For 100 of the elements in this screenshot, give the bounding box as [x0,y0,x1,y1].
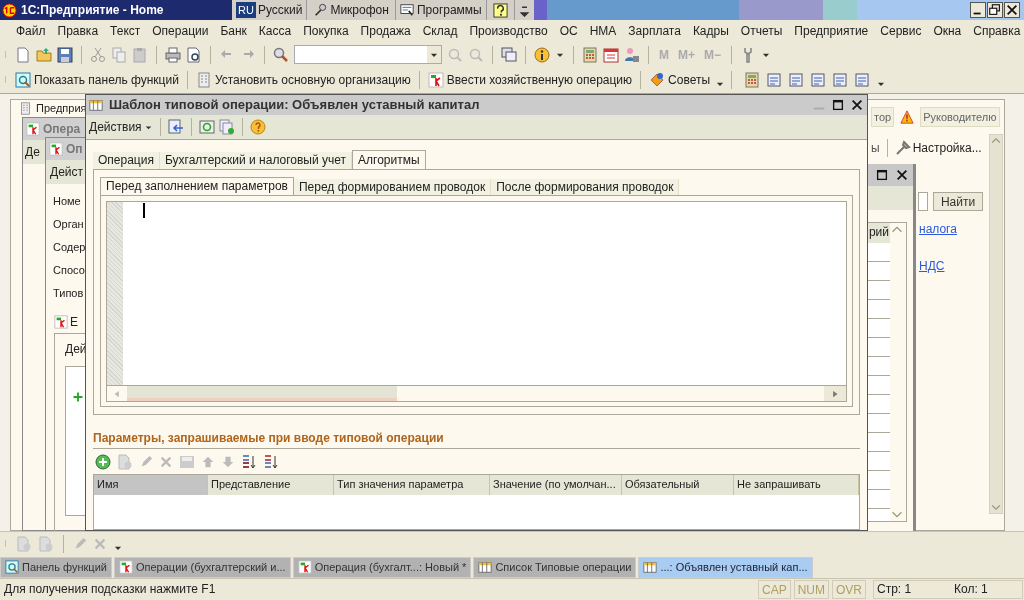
tab[interactable]: Операция [93,152,160,169]
menu-item[interactable]: Операции [152,22,209,40]
menu-item[interactable]: Текст [110,22,141,40]
copy-add-icon[interactable] [218,119,235,135]
save-row-icon[interactable] [179,454,195,470]
scrollbar[interactable] [989,134,1003,514]
help-icon[interactable] [492,2,508,18]
tab[interactable]: После формирования проводок [491,179,680,195]
copy-icon[interactable] [117,454,133,470]
search-report-icon[interactable] [788,72,805,88]
language-button[interactable]: RU Русский [232,0,308,20]
actions-menu[interactable]: Дейст [50,163,83,181]
close-icon[interactable] [850,98,864,112]
link[interactable]: НДС [919,257,945,275]
window-tab[interactable]: Панель функций [0,556,112,578]
window-tab[interactable]: Операции (бухгалтерский и... [113,556,291,578]
add-icon[interactable] [72,391,84,403]
menu-item[interactable]: Окна [933,22,962,40]
find-next-icon[interactable] [447,46,463,63]
menu-item[interactable]: Правка [57,22,99,40]
save-icon[interactable] [57,46,73,63]
tab[interactable]: Перед формированием проводок [293,179,492,195]
calendar-icon[interactable] [603,46,619,63]
column-header[interactable]: Не запрашивать [734,475,859,495]
settings-button[interactable]: Настройка... [894,139,982,157]
back-icon[interactable] [167,119,184,135]
search-icon[interactable] [273,46,289,63]
toolbar-button[interactable]: Советы [647,71,713,89]
column-header[interactable]: Имя [94,475,208,495]
uncomment-icon[interactable] [93,537,107,551]
menu-item[interactable]: Отчеты [740,22,783,40]
menu-item[interactable]: Кадры [692,22,729,40]
horizontal-scrollbar[interactable] [107,385,846,401]
cut-icon[interactable] [90,46,106,63]
edit-icon[interactable] [139,455,153,469]
sort-ascending-icon[interactable] [241,454,257,470]
print-preview-icon[interactable] [186,46,202,63]
microphone-button[interactable]: Микрофон [307,0,396,20]
paste-icon[interactable] [132,46,148,63]
toolbar-button[interactable]: Установить основную организацию [193,71,413,89]
maximize-icon[interactable] [875,168,889,182]
sort-descending-icon[interactable] [263,454,279,470]
windows-icon[interactable] [501,46,517,63]
bookmark-icon[interactable] [16,536,32,552]
toolbar-button[interactable]: Показать панель функций [13,71,181,89]
column-header[interactable]: Обязательный [622,475,734,495]
refresh-icon[interactable] [198,119,215,135]
menu-item[interactable]: Продажа [360,22,411,40]
transfer-report-icon[interactable] [854,72,871,88]
tab[interactable]: Бухгалтерский и налоговый учет [159,152,353,169]
menu-item[interactable]: Зарплата [628,22,681,40]
document-report-icon[interactable] [832,72,849,88]
move-up-icon[interactable] [201,455,215,469]
copy-icon[interactable] [111,46,127,63]
printer-icon[interactable] [165,46,181,63]
menu-item[interactable]: ОС [559,22,578,40]
menu-item[interactable]: Банк [220,22,247,40]
column-header[interactable]: Тип значения параметра [334,475,490,495]
column-header[interactable]: Представление [208,475,334,495]
bookmark-add-icon[interactable] [38,536,54,552]
menu-item[interactable]: Справка [973,22,1021,40]
user-lock-icon[interactable] [624,46,640,63]
find-button[interactable]: Найти [933,192,983,211]
actions-menu-button[interactable]: Действия [89,118,153,136]
open-folder-icon[interactable] [36,46,52,63]
menu-item[interactable]: Касса [258,22,292,40]
column-header[interactable]: Значение (по умолчан... [490,475,622,495]
window-tab[interactable]: Список Типовые операции [473,556,637,578]
tab[interactable]: Перед заполнением параметров [100,177,294,195]
window-tab[interactable]: Операция (бухгалт...: Новый * [292,556,472,578]
menu-item[interactable]: НМА [589,22,617,40]
menu-item[interactable]: Производство [469,22,548,40]
comment-icon[interactable] [73,537,87,551]
delete-icon[interactable] [159,455,173,469]
code-editor[interactable] [106,201,847,402]
sum-report-icon[interactable] [744,72,761,88]
scroll-thumb[interactable] [127,386,397,401]
link[interactable]: налога [919,220,957,238]
search-field[interactable] [918,192,928,211]
restore-icon[interactable] [988,3,1002,17]
menu-item[interactable]: Покупка [303,22,349,40]
panel-tab[interactable]: тор [871,107,895,127]
close-icon[interactable] [895,168,909,182]
search-combo-field[interactable] [294,45,442,64]
actions-menu[interactable]: Де [25,143,40,161]
programs-button[interactable]: Программы [395,0,487,20]
tab-label[interactable]: Е [70,313,78,331]
info-icon[interactable] [534,46,550,63]
menu-item[interactable]: Сервис [880,22,922,40]
calculator-icon[interactable] [582,46,598,63]
window-tab[interactable]: ...: Объявлен уставный кап... [638,556,813,578]
menu-item[interactable]: Файл [16,22,46,40]
menu-item[interactable]: Склад [422,22,458,40]
close-icon[interactable] [1005,3,1019,17]
move-down-icon[interactable] [221,455,235,469]
filter-report-icon[interactable] [810,72,827,88]
new-document-icon[interactable] [15,46,31,63]
table-report-icon[interactable] [766,72,783,88]
toolbar-button[interactable]: Ввести хозяйственную операцию [425,71,635,89]
find-previous-icon[interactable] [468,46,484,63]
